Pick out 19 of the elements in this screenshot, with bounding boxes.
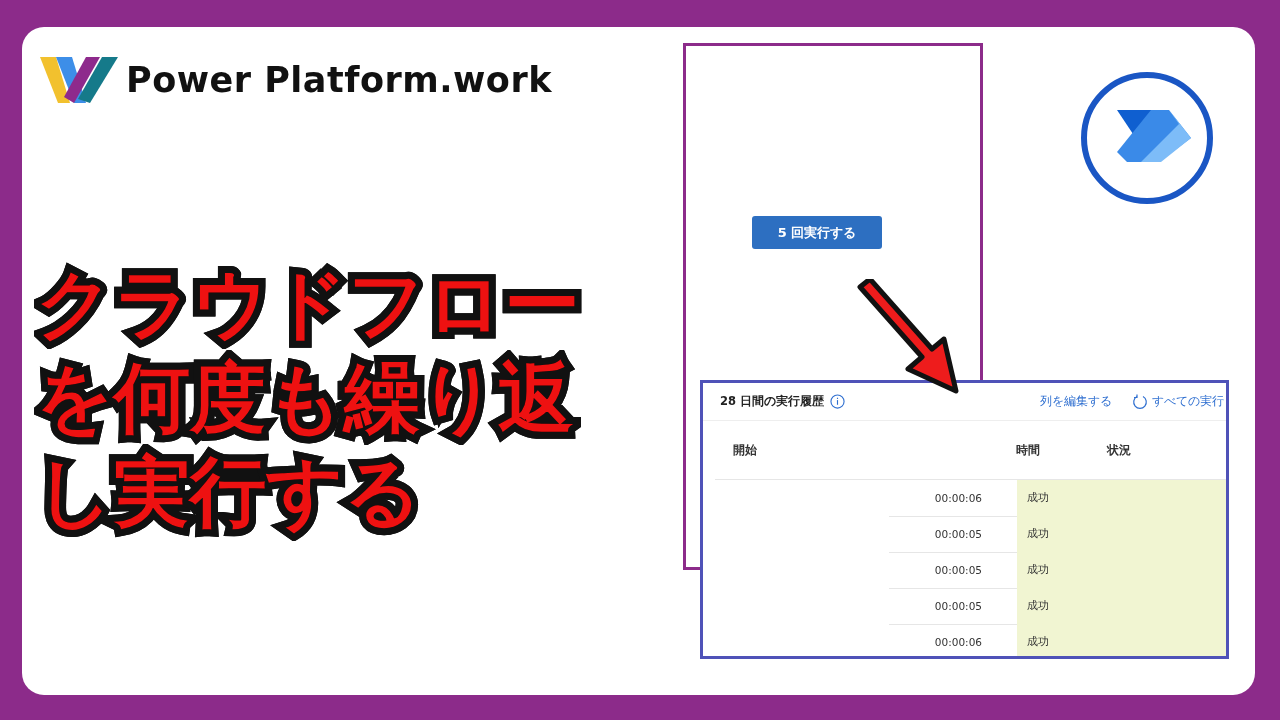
all-runs-link[interactable]: すべての実行 (1152, 393, 1224, 410)
column-header: 時間 (1016, 442, 1041, 458)
status-cell: 成功 (1017, 551, 1226, 589)
refresh-icon (1132, 393, 1148, 410)
status-cell: 成功 (1017, 587, 1226, 625)
status-cell: 成功 (1017, 623, 1226, 656)
status-cell: 成功 (1017, 479, 1226, 517)
info-icon (830, 394, 845, 409)
panel-title: 28 日間の実行履歴 (720, 394, 824, 409)
brand-name: Power Platform.work (126, 60, 552, 100)
status-cell: 成功 (1017, 515, 1226, 553)
logo-icon (40, 57, 120, 103)
run-button[interactable]: 5 回実行する (752, 216, 882, 249)
column-header: 開始 (732, 442, 758, 458)
headline-text: クラウドフロー (36, 258, 580, 350)
edit-columns-link[interactable]: 列を編集する (1040, 393, 1112, 410)
headline-text: し実行する (36, 446, 423, 538)
column-header: 状況 (1107, 442, 1132, 458)
chevron-logo-icon (1079, 70, 1215, 206)
